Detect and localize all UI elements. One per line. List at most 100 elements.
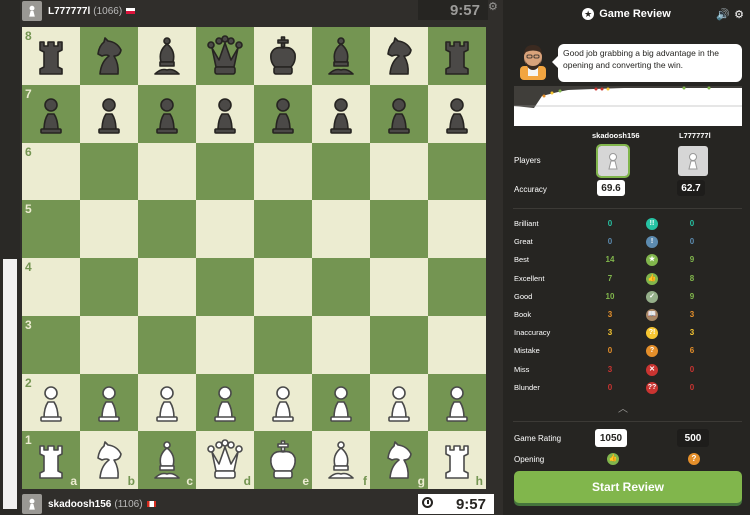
start-review-button[interactable]: Start Review — [514, 471, 742, 503]
board-square-h6[interactable] — [428, 142, 486, 201]
board-square-g4[interactable] — [370, 258, 428, 316]
gear-icon[interactable]: ⚙ — [488, 2, 498, 13]
black-bishop-icon[interactable] — [145, 34, 189, 78]
board-square-h7[interactable] — [428, 84, 486, 143]
board-square-d4[interactable] — [196, 258, 254, 316]
board-square-a8[interactable]: 8 — [22, 27, 80, 85]
board-square-g1[interactable]: g — [370, 431, 428, 489]
board-square-a2[interactable]: 2 — [22, 373, 80, 432]
board-square-e7[interactable] — [254, 84, 312, 143]
white-pawn-icon[interactable] — [261, 380, 305, 424]
board-square-b6[interactable] — [80, 142, 138, 201]
board-square-f2[interactable] — [312, 373, 370, 432]
board-square-h2[interactable] — [428, 373, 486, 432]
white-bishop-icon[interactable] — [319, 438, 363, 482]
board-square-a1[interactable]: 1a — [22, 431, 80, 489]
white-pawn-icon[interactable] — [29, 380, 73, 424]
board-square-a3[interactable]: 3 — [22, 315, 80, 374]
board-square-c2[interactable] — [138, 373, 196, 432]
board-square-f4[interactable] — [312, 258, 370, 316]
black-pawn-icon[interactable] — [203, 92, 247, 136]
white-pawn-icon[interactable] — [87, 380, 131, 424]
black-pawn-icon[interactable] — [29, 92, 73, 136]
white-queen-icon[interactable] — [203, 438, 247, 482]
board-square-h8[interactable] — [428, 27, 486, 85]
board-square-c1[interactable]: c — [138, 431, 196, 489]
black-queen-icon[interactable] — [203, 34, 247, 78]
board-square-c8[interactable] — [138, 27, 196, 85]
black-pawn-icon[interactable] — [145, 92, 189, 136]
black-rook-icon[interactable] — [29, 34, 73, 78]
chevron-up-icon[interactable]: ︿ — [618, 400, 628, 415]
white-rook-icon[interactable] — [29, 438, 73, 482]
chess-board[interactable]: 87654321abcdefgh — [22, 27, 486, 489]
black-knight-icon[interactable] — [377, 34, 421, 78]
black-pawn-icon[interactable] — [377, 92, 421, 136]
black-rook-icon[interactable] — [435, 34, 479, 78]
board-square-d7[interactable] — [196, 84, 254, 143]
board-square-f3[interactable] — [312, 315, 370, 374]
board-square-c7[interactable] — [138, 84, 196, 143]
board-square-a5[interactable]: 5 — [22, 200, 80, 258]
board-square-e5[interactable] — [254, 200, 312, 258]
board-square-e6[interactable] — [254, 142, 312, 201]
board-square-f7[interactable] — [312, 84, 370, 143]
board-square-e4[interactable] — [254, 258, 312, 316]
black-pawn-icon[interactable] — [319, 92, 363, 136]
black-player-avatar[interactable] — [678, 146, 708, 176]
board-square-d5[interactable] — [196, 200, 254, 258]
volume-icon[interactable]: 🔊 — [716, 8, 730, 21]
black-bishop-icon[interactable] — [319, 34, 363, 78]
board-square-h4[interactable] — [428, 258, 486, 316]
board-square-a7[interactable]: 7 — [22, 84, 80, 143]
black-pawn-icon[interactable] — [261, 92, 305, 136]
board-square-b4[interactable] — [80, 258, 138, 316]
white-rook-icon[interactable] — [435, 438, 479, 482]
board-square-g6[interactable] — [370, 142, 428, 201]
board-square-f8[interactable] — [312, 27, 370, 85]
white-knight-icon[interactable] — [377, 438, 421, 482]
board-square-d2[interactable] — [196, 373, 254, 432]
board-square-b5[interactable] — [80, 200, 138, 258]
white-king-icon[interactable] — [261, 438, 305, 482]
top-player-name[interactable]: L777777l — [48, 6, 90, 17]
black-pawn-icon[interactable] — [435, 92, 479, 136]
black-pawn-icon[interactable] — [87, 92, 131, 136]
evaluation-graph[interactable] — [514, 86, 742, 126]
board-square-b3[interactable] — [80, 315, 138, 374]
white-pawn-icon[interactable] — [435, 380, 479, 424]
board-square-e1[interactable]: e — [254, 431, 312, 489]
board-square-g3[interactable] — [370, 315, 428, 374]
board-square-e2[interactable] — [254, 373, 312, 432]
board-square-a4[interactable]: 4 — [22, 258, 80, 316]
white-pawn-icon[interactable] — [377, 380, 421, 424]
board-square-g2[interactable] — [370, 373, 428, 432]
board-square-b1[interactable]: b — [80, 431, 138, 489]
board-square-b2[interactable] — [80, 373, 138, 432]
board-square-f5[interactable] — [312, 200, 370, 258]
board-square-c5[interactable] — [138, 200, 196, 258]
board-square-d3[interactable] — [196, 315, 254, 374]
white-bishop-icon[interactable] — [145, 438, 189, 482]
black-knight-icon[interactable] — [87, 34, 131, 78]
board-square-e3[interactable] — [254, 315, 312, 374]
board-square-c6[interactable] — [138, 142, 196, 201]
black-king-icon[interactable] — [261, 34, 305, 78]
board-square-h5[interactable] — [428, 200, 486, 258]
board-square-g7[interactable] — [370, 84, 428, 143]
board-square-f1[interactable]: f — [312, 431, 370, 489]
gear-icon[interactable]: ⚙ — [734, 8, 744, 21]
board-square-h3[interactable] — [428, 315, 486, 374]
avatar[interactable] — [22, 1, 42, 21]
white-pawn-icon[interactable] — [203, 380, 247, 424]
board-square-b8[interactable] — [80, 27, 138, 85]
board-square-d8[interactable] — [196, 27, 254, 85]
white-player-avatar[interactable] — [596, 144, 630, 178]
avatar[interactable] — [22, 494, 42, 514]
board-square-d6[interactable] — [196, 142, 254, 201]
bottom-player-name[interactable]: skadoosh156 — [48, 499, 111, 510]
board-square-g8[interactable] — [370, 27, 428, 85]
board-square-d1[interactable]: d — [196, 431, 254, 489]
white-pawn-icon[interactable] — [319, 380, 363, 424]
board-square-c4[interactable] — [138, 258, 196, 316]
